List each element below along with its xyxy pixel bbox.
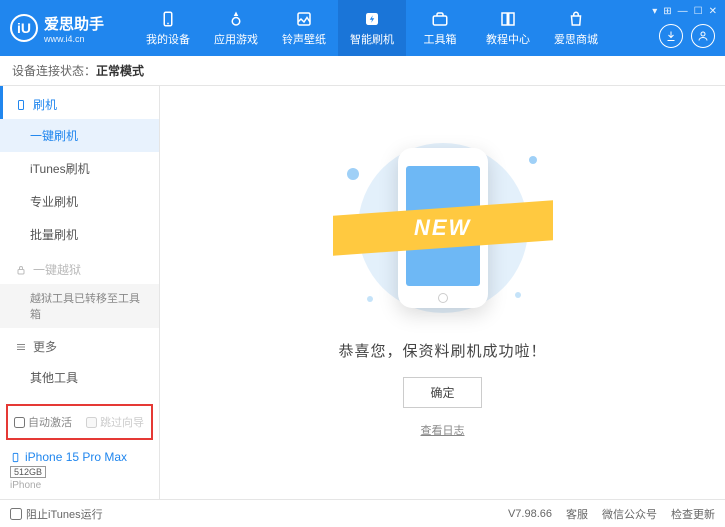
user-icon: [697, 30, 709, 42]
status-label: 设备连接状态：: [12, 62, 96, 79]
nav-ringtones[interactable]: 铃声壁纸: [270, 0, 338, 56]
nav-flash[interactable]: 智能刷机: [338, 0, 406, 56]
status-bar: 设备连接状态： 正常模式: [0, 56, 725, 86]
footer-update[interactable]: 检查更新: [671, 506, 715, 522]
lock-icon: [15, 264, 27, 276]
nav-toolbox[interactable]: 工具箱: [406, 0, 474, 56]
app-title: 爱思助手: [44, 13, 104, 34]
close-icon[interactable]: ✕: [709, 6, 717, 17]
version-label: V7.98.66: [508, 508, 552, 520]
sidebar-group-jailbreak: 一键越狱: [0, 251, 159, 284]
device-info[interactable]: iPhone 15 Pro Max 512GB iPhone: [0, 444, 159, 499]
sidebar-item-other[interactable]: 其他工具: [0, 361, 159, 394]
device-icon: [159, 10, 177, 28]
book-icon: [499, 10, 517, 28]
flash-icon: [363, 10, 381, 28]
ok-button[interactable]: 确定: [403, 377, 481, 408]
phone-icon: [10, 452, 21, 463]
window-controls: ▾ ⊞ — ☐ ✕: [652, 6, 717, 17]
nav-my-device[interactable]: 我的设备: [134, 0, 202, 56]
sidebar-item-itunes[interactable]: iTunes刷机: [0, 152, 159, 185]
footer-support[interactable]: 客服: [566, 506, 588, 522]
sidebar-jailbreak-note: 越狱工具已转移至工具箱: [0, 284, 159, 328]
sidebar: 刷机 一键刷机 iTunes刷机 专业刷机 批量刷机 一键越狱 越狱工具已转移至…: [0, 86, 160, 499]
store-icon: [567, 10, 585, 28]
wallpaper-icon: [295, 10, 313, 28]
sidebar-item-batch[interactable]: 批量刷机: [0, 218, 159, 251]
main-content: NEW 恭喜您，保资料刷机成功啦！ 确定 查看日志: [160, 86, 725, 499]
checkbox-block-itunes[interactable]: 阻止iTunes运行: [10, 506, 103, 522]
logo: iU 爱思助手 www.i4.cn: [10, 13, 104, 44]
checkbox-auto-activate[interactable]: 自动激活: [14, 414, 72, 430]
ribbon-text: NEW: [414, 215, 471, 241]
menu-icon[interactable]: ▾: [652, 6, 657, 17]
app-url: www.i4.cn: [44, 34, 104, 44]
minimize-icon[interactable]: —: [678, 6, 688, 17]
nav-tutorials[interactable]: 教程中心: [474, 0, 542, 56]
apps-icon: [227, 10, 245, 28]
sidebar-item-oneclick[interactable]: 一键刷机: [0, 119, 159, 152]
nav-store[interactable]: 爱思商城: [542, 0, 610, 56]
device-storage: 512GB: [10, 466, 46, 478]
logo-icon: iU: [10, 14, 38, 42]
sidebar-item-pro[interactable]: 专业刷机: [0, 185, 159, 218]
device-name-text: iPhone 15 Pro Max: [25, 450, 127, 464]
flash-group-icon: [15, 99, 27, 111]
highlighted-checkbox-row: 自动激活 跳过向导: [6, 404, 153, 440]
toolbox-icon: [431, 10, 449, 28]
app-header: iU 爱思助手 www.i4.cn 我的设备 应用游戏 铃声壁纸 智能刷机 工具…: [0, 0, 725, 56]
more-icon: [15, 341, 27, 353]
maximize-icon[interactable]: ☐: [694, 6, 703, 17]
device-type: iPhone: [10, 480, 149, 491]
download-button[interactable]: [659, 24, 683, 48]
download-icon: [665, 30, 677, 42]
success-illustration: NEW: [343, 128, 543, 328]
top-nav: 我的设备 应用游戏 铃声壁纸 智能刷机 工具箱 教程中心 爱思商城: [134, 0, 610, 56]
grid-icon[interactable]: ⊞: [663, 6, 671, 17]
sidebar-group-flash[interactable]: 刷机: [0, 86, 159, 119]
footer-wechat[interactable]: 微信公众号: [602, 506, 657, 522]
checkbox-skip-setup[interactable]: 跳过向导: [86, 414, 144, 430]
status-value: 正常模式: [96, 62, 144, 79]
sidebar-group-more[interactable]: 更多: [0, 328, 159, 361]
success-message: 恭喜您，保资料刷机成功啦！: [338, 340, 546, 361]
footer: 阻止iTunes运行 V7.98.66 客服 微信公众号 检查更新: [0, 499, 725, 527]
view-log-link[interactable]: 查看日志: [421, 422, 465, 438]
nav-apps[interactable]: 应用游戏: [202, 0, 270, 56]
user-button[interactable]: [691, 24, 715, 48]
